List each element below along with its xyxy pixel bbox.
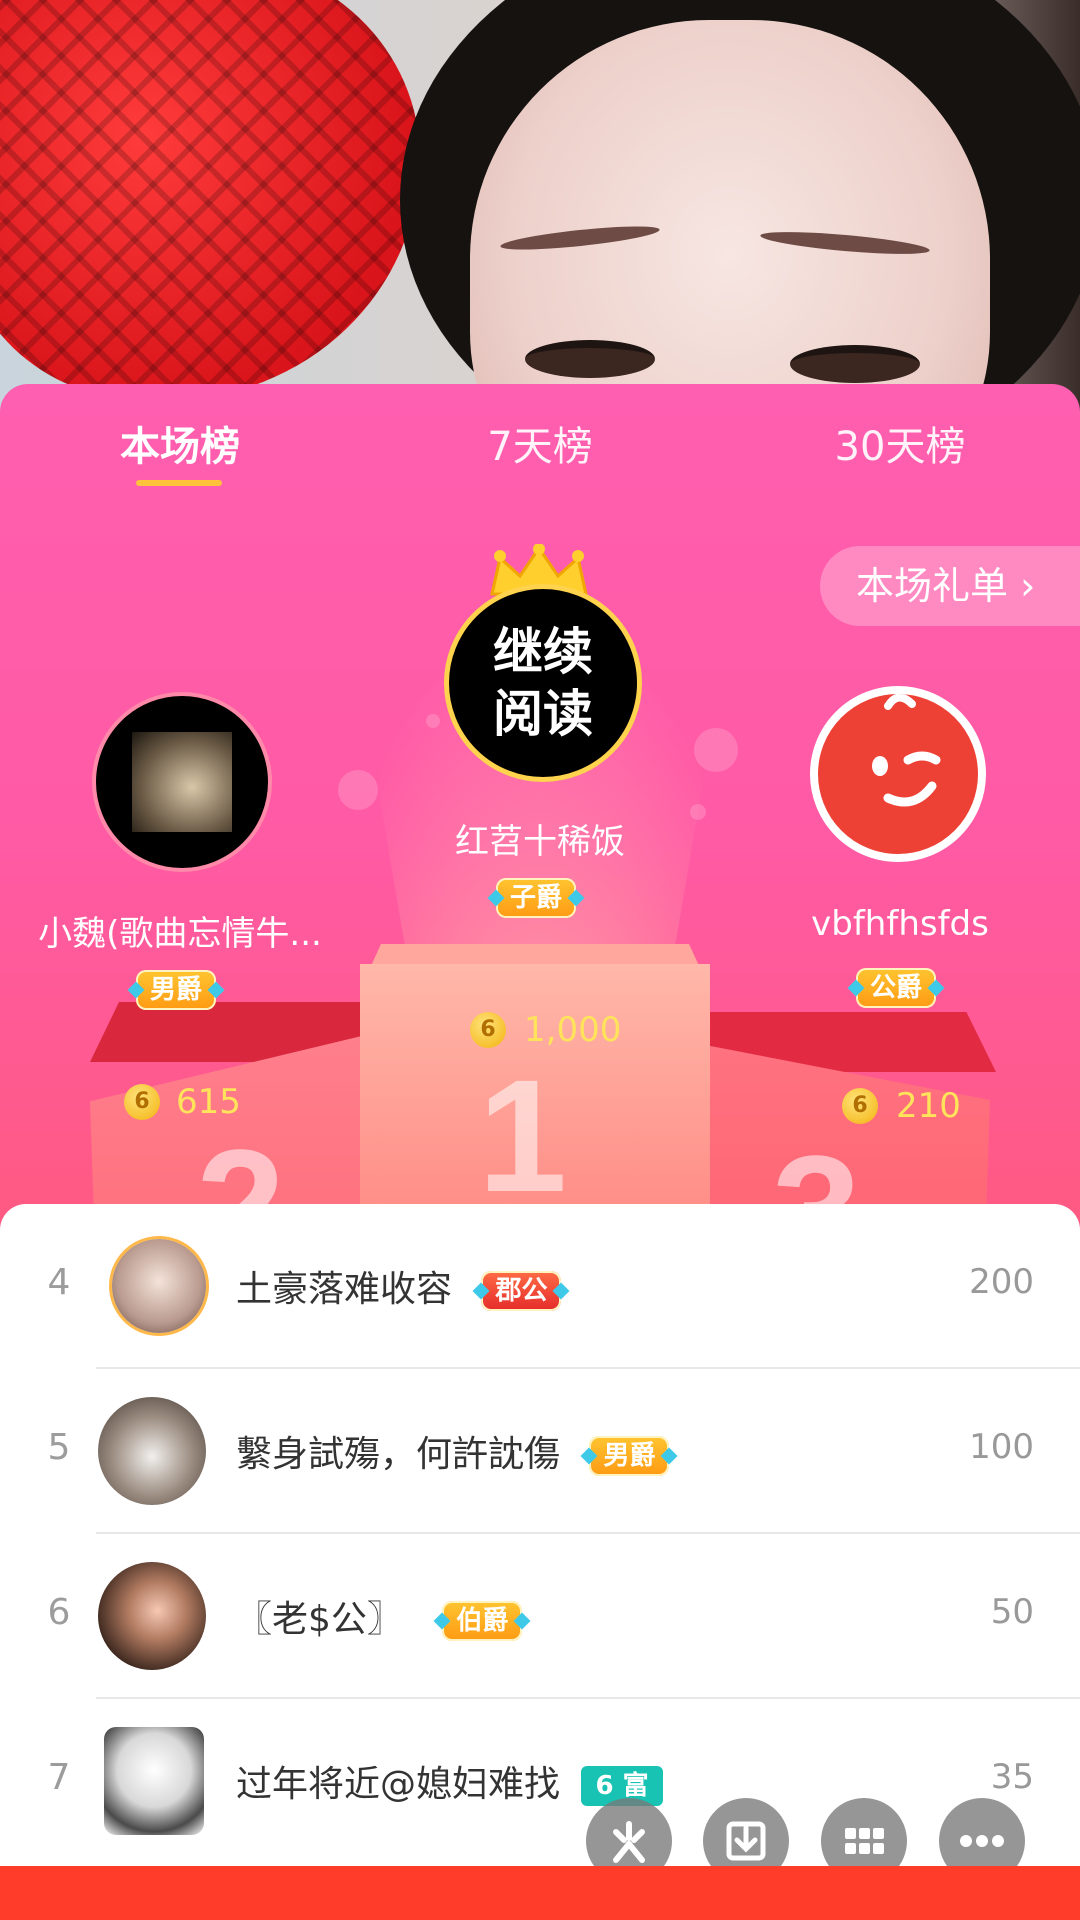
bubble-decoration [690,804,706,820]
list-score: 35 [990,1757,1034,1797]
list-item[interactable]: 4 土豪落难收容 郡公 200 [0,1204,1080,1369]
bottom-bar [0,1866,1080,1920]
list-rank: 7 [47,1757,71,1798]
first-place-name[interactable]: 红苕十稀饭 [390,814,690,863]
podium-number-1: 1 [478,1046,567,1225]
second-place-name[interactable]: 小魏(歌曲忘情牛... [20,906,340,955]
avatar-text-line2: 阅读 [493,685,593,743]
list-item[interactable]: 7 过年将近@媳妇难找 6 富 35 [0,1699,1080,1864]
list-score: 100 [969,1427,1034,1467]
avatar[interactable] [104,1727,204,1835]
first-place-score: 1,000 [524,1010,622,1050]
list-name: 繫身試殤，何許訦傷 男爵 [236,1425,670,1477]
list-name-text: 过年将近@媳妇难找 [236,1764,561,1805]
avatar-second[interactable] [92,692,272,872]
list-rank: 6 [47,1592,71,1633]
list-name-text: 〖老$公〗 [236,1599,403,1640]
gift-list-button[interactable]: 本场礼单 › [820,546,1080,626]
coin-icon: 6 [124,1084,160,1120]
live-video-background [0,0,1080,420]
list-item[interactable]: 5 繫身試殤，何許訦傷 男爵 100 [0,1369,1080,1534]
second-place-rank-badge: 男爵 [136,970,217,1010]
list-item[interactable]: 6 〖老$公〗 伯爵 50 [0,1534,1080,1699]
rank-badge: 男爵 [589,1436,670,1476]
coin-icon: 6 [470,1012,506,1048]
list-name-text: 繫身試殤，何許訦傷 [236,1434,561,1475]
avatar[interactable] [98,1562,206,1670]
second-place-score: 615 [176,1082,241,1122]
bubble-decoration [694,728,738,772]
third-place-rank-badge: 公爵 [856,968,937,1008]
list-score: 200 [969,1262,1034,1302]
tab-this-session[interactable]: 本场榜 [50,414,310,472]
first-place-rank-badge: 子爵 [496,878,577,918]
avatar-photo [132,732,232,832]
ranking-tabs: 本场榜 7天榜 30天榜 [0,384,1080,504]
list-rank: 4 [47,1262,71,1303]
list-name: 〖老$公〗 伯爵 [236,1590,523,1642]
rank-badge: 伯爵 [442,1601,523,1641]
coin-icon: 6 [842,1088,878,1124]
list-name: 土豪落难收容 郡公 [236,1260,562,1312]
active-tab-indicator [136,480,222,486]
bubble-decoration [338,770,378,810]
eye-left [525,340,655,378]
bubble-decoration [426,714,440,728]
list-name-text: 土豪落难收容 [236,1269,453,1310]
rank-badge: 郡公 [481,1271,562,1311]
avatar[interactable] [98,1397,206,1505]
smiley-face-icon [872,694,941,807]
eye-right [790,345,920,383]
tab-7-days[interactable]: 7天榜 [410,414,670,472]
list-score: 50 [990,1592,1034,1632]
list-rank: 5 [47,1427,71,1468]
avatar[interactable] [112,1239,206,1333]
tab-30-days[interactable]: 30天榜 [770,414,1030,472]
ranking-list: 4 土豪落难收容 郡公 200 5 繫身試殤，何許訦傷 男爵 100 6 〖老$… [0,1204,1080,1920]
avatar-text-line1: 继续 [493,623,593,681]
third-place-score: 210 [896,1086,961,1126]
avatar-third[interactable] [810,686,986,862]
chinese-knot-decoration [0,0,420,400]
third-place-name[interactable]: vbfhfhsfds [770,904,1030,944]
avatar-first[interactable]: 继续 阅读 [444,584,642,782]
